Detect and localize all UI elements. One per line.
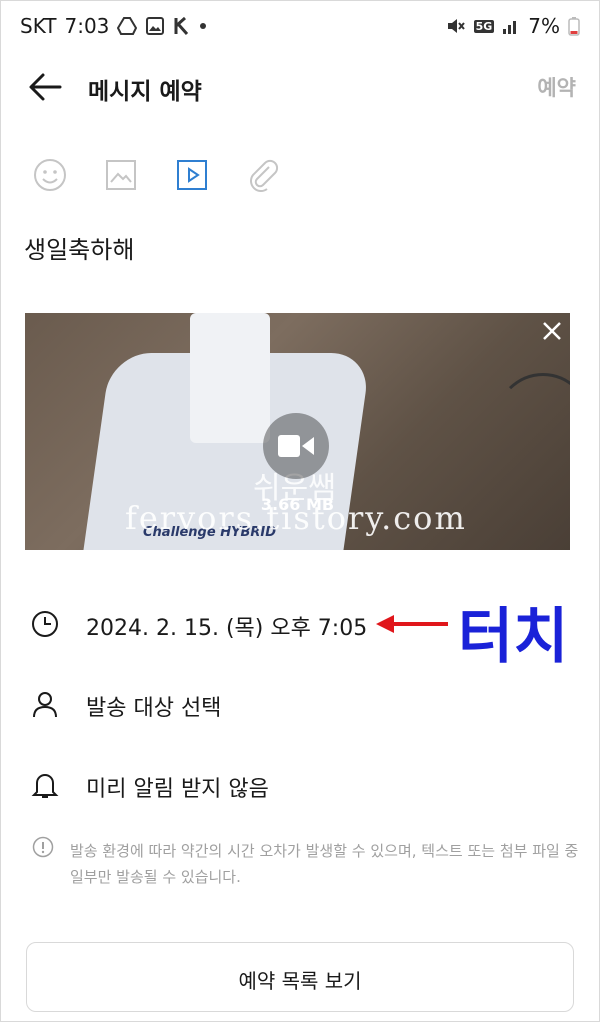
clock-label: 7:03 <box>64 14 110 38</box>
reminder-row[interactable]: 미리 알림 받지 않음 <box>0 760 600 810</box>
bell-icon <box>31 774 59 798</box>
info-icon <box>32 836 54 858</box>
image-icon[interactable] <box>101 155 141 195</box>
close-icon[interactable] <box>538 317 566 345</box>
status-right: 5G 7% <box>446 14 580 38</box>
drive-icon <box>117 17 138 35</box>
video-camera-icon[interactable] <box>263 413 329 479</box>
notice-text: 발송 환경에 따라 약간의 시간 오차가 발생할 수 있으며, 텍스트 또는 첨… <box>70 842 579 886</box>
status-left: SKT 7:03 <box>20 14 207 38</box>
gallery-icon <box>146 17 165 35</box>
clock-icon <box>32 611 58 637</box>
attachment-toolbar <box>0 155 600 197</box>
attach-icon[interactable] <box>243 155 283 195</box>
reminder-label[interactable]: 미리 알림 받지 않음 <box>86 771 269 803</box>
battery-label: 7% <box>528 14 560 38</box>
reserve-button[interactable]: 예약 <box>537 72 576 102</box>
reservation-list-button[interactable]: 예약 목록 보기 <box>26 942 574 1012</box>
post-shape <box>190 313 270 443</box>
file-size-label: 3.66 MB <box>260 495 335 514</box>
status-bar: SKT 7:03 5G 7% <box>0 0 600 52</box>
battery-icon <box>568 17 580 36</box>
message-text[interactable]: 생일축하해 <box>24 230 134 265</box>
annotation-arrow <box>376 615 448 633</box>
signal-icon <box>503 21 517 34</box>
carrier-label: SKT <box>20 14 57 38</box>
dot-icon <box>200 23 207 29</box>
annotation-touch-label: 터치 <box>458 602 569 672</box>
emoji-icon[interactable] <box>30 155 70 195</box>
recipient-label[interactable]: 발송 대상 선택 <box>86 690 221 722</box>
datetime-value[interactable]: 2024. 2. 15. (목) 오후 7:05 <box>86 610 367 642</box>
video-icon[interactable] <box>172 155 212 195</box>
k-app-icon <box>174 16 189 35</box>
network-label: 5G <box>473 19 495 33</box>
mute-icon <box>447 19 465 33</box>
reservation-list-label: 예약 목록 보기 <box>238 969 362 993</box>
video-attachment[interactable]: Challenge HYBRID 쉬운쌤 fervors.tistory.com… <box>25 313 570 550</box>
back-arrow-icon[interactable] <box>28 72 62 102</box>
cable-shape <box>495 373 570 469</box>
recipient-row[interactable]: 발송 대상 선택 <box>0 679 600 729</box>
app-bar: 메시지 예약 예약 <box>0 52 600 122</box>
page-title: 메시지 예약 <box>88 79 202 105</box>
person-icon <box>33 692 57 718</box>
